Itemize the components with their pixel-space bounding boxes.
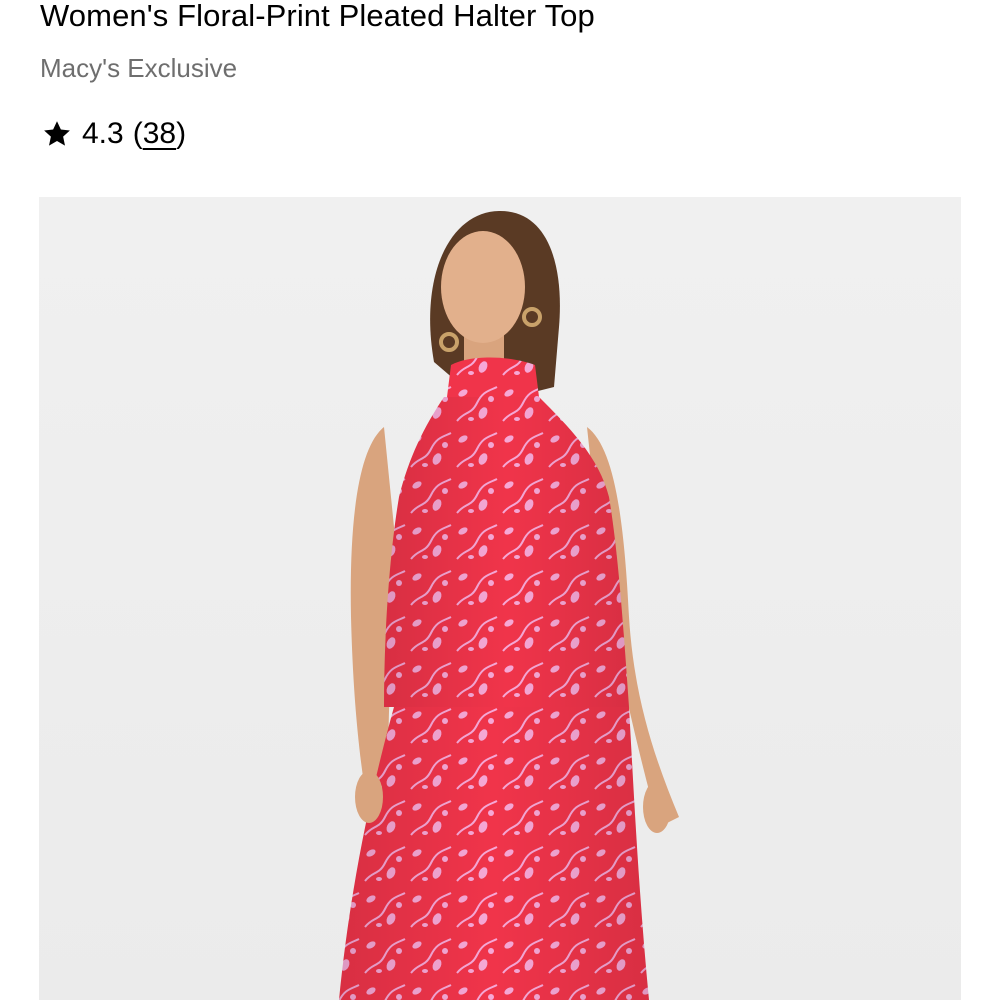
- product-page: Women's Floral-Print Pleated Halter Top …: [0, 0, 1000, 1000]
- model-photo: [39, 197, 961, 1000]
- rating-value: 4.3: [82, 117, 124, 150]
- rating-close-paren: ): [176, 117, 187, 150]
- product-title: Women's Floral-Print Pleated Halter Top: [40, 0, 595, 33]
- product-image[interactable]: [39, 197, 961, 1000]
- rating-summary: 4.3 ( 38 ): [42, 114, 186, 154]
- brand-label: Macy's Exclusive: [40, 53, 238, 83]
- review-count-link[interactable]: 38: [143, 114, 176, 154]
- star-icon: [42, 119, 72, 149]
- rating-open-paren: (: [132, 117, 143, 150]
